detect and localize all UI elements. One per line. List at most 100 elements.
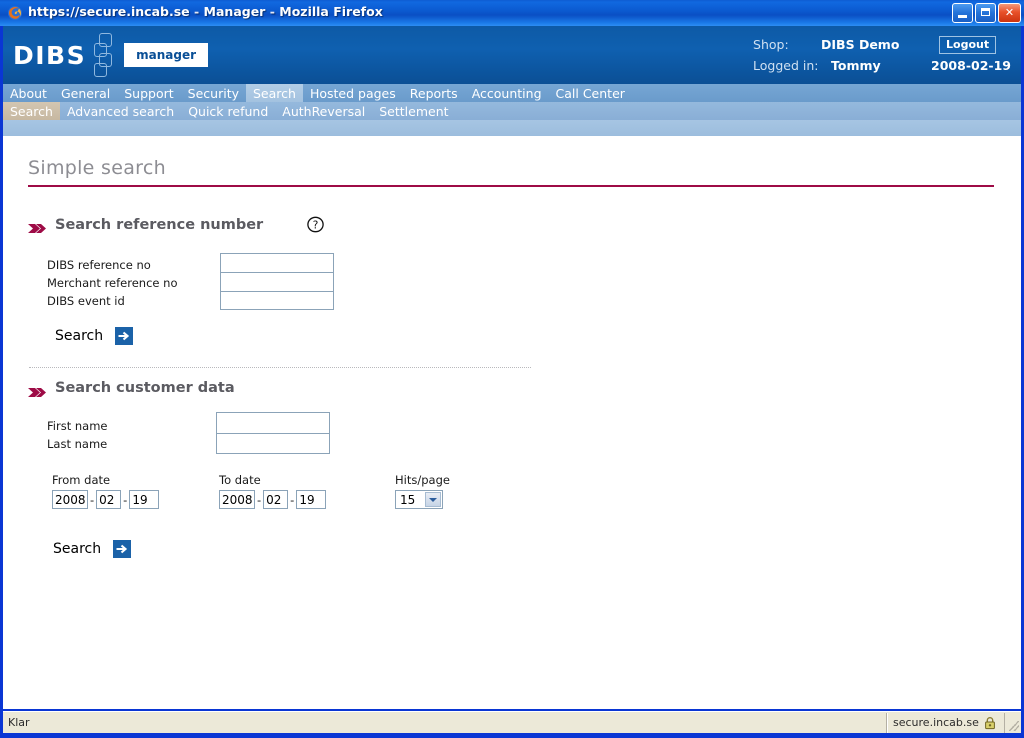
from-date-fields: - - — [52, 490, 160, 509]
firefox-icon — [7, 5, 23, 21]
from-date-day-input[interactable] — [129, 490, 160, 509]
nav-item-search[interactable]: Search — [246, 84, 303, 102]
from-date-month-input[interactable] — [96, 490, 122, 509]
nav-item-accounting[interactable]: Accounting — [465, 84, 549, 102]
hits-per-page-select[interactable]: 15 — [395, 490, 443, 509]
label-merchant-reference-no: Merchant reference no — [47, 276, 178, 290]
hits-per-page-value: 15 — [400, 493, 416, 507]
browser-window: https://secure.incab.se - Manager - Mozi… — [0, 0, 1024, 738]
label-dibs-reference-no: DIBS reference no — [47, 258, 151, 272]
double-chevron-icon — [28, 219, 46, 233]
to-date-sep-2: - — [290, 492, 295, 507]
subnav-item-quick-refund[interactable]: Quick refund — [181, 102, 275, 120]
label-to-date: To date — [219, 473, 261, 487]
hits-per-page-select-wrap: 15 — [395, 490, 450, 513]
logged-in-row: Logged in: Tommy 2008-02-19 — [753, 55, 1011, 76]
search-customer-label: Search — [53, 541, 102, 557]
label-first-name: First name — [47, 419, 108, 433]
section-header-customer: Search customer data — [28, 380, 235, 397]
first-name-input[interactable] — [216, 412, 330, 433]
security-pane[interactable]: secure.incab.se — [887, 712, 1005, 733]
padlock-icon — [983, 716, 997, 730]
section-header-reference: Search reference number ? — [28, 216, 324, 233]
security-domain: secure.incab.se — [893, 716, 979, 729]
dibs-reference-no-input[interactable] — [220, 253, 334, 272]
close-button[interactable]: ✕ — [998, 3, 1021, 23]
logged-in-label: Logged in: — [753, 58, 819, 73]
search-customer-submit-row: Search — [53, 540, 132, 558]
minimize-button[interactable] — [952, 3, 973, 23]
search-reference-label: Search — [55, 328, 104, 344]
to-date-group: To date - - — [219, 473, 327, 509]
status-bar: Klar secure.incab.se — [3, 711, 1021, 733]
subnav-item-advanced-search[interactable]: Advanced search — [60, 102, 181, 120]
shop-label: Shop: — [753, 37, 789, 52]
status-message: Klar — [3, 712, 887, 733]
label-hits-per-page: Hits/page — [395, 473, 450, 487]
nav-strip — [3, 120, 1021, 136]
window-title-sep-1: - — [189, 4, 204, 19]
page-viewport: DIBS manager Shop: DIBS Demo Logout Logg… — [3, 26, 1021, 709]
logout-button[interactable]: Logout — [939, 35, 997, 54]
subnav-item-search[interactable]: Search — [3, 102, 60, 120]
to-date-day-input[interactable] — [296, 490, 327, 509]
nav-item-hosted-pages[interactable]: Hosted pages — [303, 84, 403, 102]
to-date-fields: - - — [219, 490, 327, 509]
nav-item-reports[interactable]: Reports — [403, 84, 465, 102]
last-name-input[interactable] — [216, 433, 330, 454]
to-date-sep-1: - — [257, 492, 262, 507]
session-info: Shop: DIBS Demo Logout Logged in: Tommy … — [753, 34, 1011, 76]
sub-navigation: Search Advanced search Quick refund Auth… — [3, 102, 1021, 120]
page-title-block: Simple search — [28, 156, 994, 187]
hits-per-page-group: Hits/page 15 — [395, 473, 450, 513]
dibs-event-id-input[interactable] — [220, 291, 334, 310]
window-controls: ✕ — [952, 3, 1021, 23]
main-navigation: About General Support Security Search Ho… — [3, 84, 1021, 102]
window-title-url: https://secure.incab.se — [28, 4, 190, 19]
search-customer-button[interactable] — [113, 540, 132, 558]
section-title-customer: Search customer data — [55, 380, 235, 396]
title-bar: https://secure.incab.se - Manager - Mozi… — [0, 0, 1024, 26]
section-title-reference: Search reference number — [55, 216, 264, 233]
page-content: Simple search Search reference number ? — [3, 136, 1021, 709]
from-date-sep-2: - — [123, 492, 128, 507]
window-title-sep-2: - — [265, 4, 280, 19]
maximize-button[interactable] — [975, 3, 996, 23]
from-date-year-input[interactable] — [52, 490, 88, 509]
label-from-date: From date — [52, 473, 111, 487]
window-title-app: Manager — [203, 4, 266, 19]
nav-item-call-center[interactable]: Call Center — [549, 84, 632, 102]
minimize-icon — [958, 15, 967, 18]
nav-item-about[interactable]: About — [3, 84, 54, 102]
nav-item-support[interactable]: Support — [117, 84, 180, 102]
logo-badge: manager — [124, 43, 209, 67]
merchant-reference-no-input[interactable] — [220, 272, 334, 291]
shop-row: Shop: DIBS Demo Logout — [753, 34, 1011, 55]
from-date-sep-1: - — [90, 492, 95, 507]
dibs-logo[interactable]: DIBS manager — [13, 32, 209, 78]
double-chevron-icon — [28, 383, 46, 397]
search-reference-button[interactable] — [115, 327, 134, 345]
title-underline — [28, 185, 994, 187]
from-date-group: From date - - — [52, 473, 160, 509]
subnav-item-authreversal[interactable]: AuthReversal — [275, 102, 372, 120]
to-date-year-input[interactable] — [219, 490, 255, 509]
nav-item-general[interactable]: General — [54, 84, 117, 102]
window-title-browser: Mozilla Firefox — [279, 4, 383, 19]
chevron-down-icon[interactable] — [425, 492, 441, 507]
to-date-month-input[interactable] — [263, 490, 289, 509]
nav-item-security[interactable]: Security — [181, 84, 246, 102]
section-divider — [29, 367, 531, 369]
window-title: https://secure.incab.se - Manager - Mozi… — [28, 4, 383, 19]
subnav-item-settlement[interactable]: Settlement — [372, 102, 455, 120]
logged-in-user: Tommy — [831, 58, 881, 73]
chain-links-icon — [92, 32, 116, 78]
close-icon: ✕ — [1004, 6, 1015, 19]
label-dibs-event-id: DIBS event id — [47, 294, 125, 308]
svg-text:?: ? — [313, 219, 319, 231]
question-mark-icon[interactable]: ? — [307, 216, 324, 233]
label-last-name: Last name — [47, 437, 108, 451]
page-title: Simple search — [28, 157, 166, 179]
resize-grip[interactable] — [1005, 713, 1021, 733]
search-reference-submit-row: Search — [55, 327, 134, 345]
